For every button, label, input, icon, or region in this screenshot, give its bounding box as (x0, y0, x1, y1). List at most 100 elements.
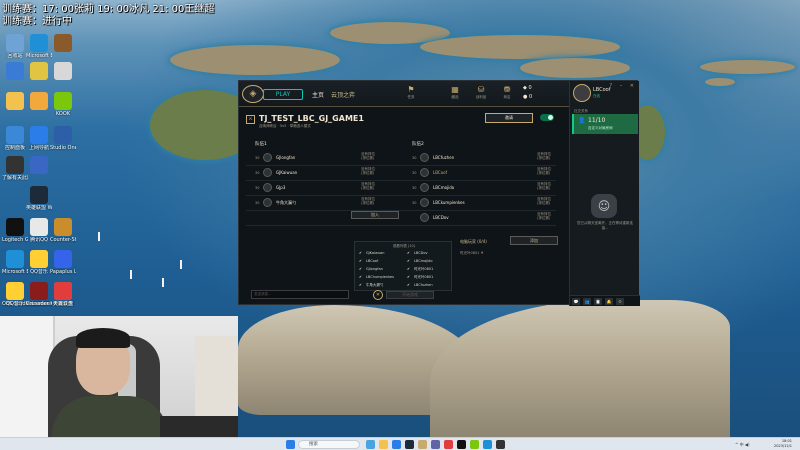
player-slot[interactable]: 30 GJlongfan 没有排位 (排位赛) (255, 152, 405, 163)
widgets-icon[interactable] (366, 440, 375, 449)
teams-icon[interactable] (431, 440, 440, 449)
spectator-item: ✔ GJlongfan (359, 267, 383, 271)
social-panel: LBCoof 在线 ? – ✕ 社交关系 👤 11/10 自定义对局房间 ☺ 您… (569, 81, 640, 306)
desktop-icon-label: Studio One (50, 145, 76, 151)
desktop-icon[interactable]: 回收站 (2, 34, 28, 59)
obs-icon[interactable] (457, 440, 466, 449)
desktop-icon[interactable]: 腾讯QQ (26, 218, 52, 243)
desktop-icon-label: 控制面板 (4, 145, 25, 151)
desktop-icon[interactable]: Counter-Strike 2 (50, 218, 76, 243)
spectator-name: GJKaiwuan (365, 251, 385, 255)
party-card[interactable]: 👤 11/10 自定义对局房间 (572, 114, 638, 134)
desktop-icon[interactable]: Microsoft Edge (26, 34, 52, 59)
desktop-icon[interactable]: Studio One (50, 126, 76, 151)
desktop-icon-label: Papaplus Launcher (50, 269, 76, 275)
invite-button[interactable]: 邀请 (485, 113, 533, 123)
start-game-button[interactable]: 开始游戏 (386, 291, 434, 299)
desktop-icon[interactable]: 上网导航 (26, 126, 52, 151)
lol-icon[interactable] (405, 440, 414, 449)
desktop-icon[interactable] (26, 92, 52, 111)
player-slot[interactable]: 30 LBCoof 没有排位 (排位赛) (412, 167, 562, 178)
reconnect-text: 您已从聊天室离开，正在等待重新连接... (577, 221, 633, 230)
desktop-icon[interactable] (2, 92, 28, 111)
folder-icon[interactable] (379, 440, 388, 449)
desktop-icon[interactable]: Logitech G HUB (2, 218, 28, 243)
kook-icon[interactable] (470, 440, 479, 449)
player-rank: 没有排位 (排位赛) (537, 152, 551, 160)
desktop-icon-label: 腾讯QQ (30, 237, 48, 243)
wegame-icon[interactable] (418, 440, 427, 449)
rank-queue: (排位赛) (361, 186, 375, 190)
play-button[interactable]: PLAY (263, 89, 303, 100)
add-bot-button[interactable]: 添加 (510, 236, 558, 245)
join-team1-button[interactable]: 加入 (351, 211, 399, 219)
desktop-icon[interactable] (26, 62, 52, 81)
webcam-mic-stand (160, 416, 238, 437)
spectator-item: ✔ 时光叶0801 (407, 275, 433, 280)
desktop-icon[interactable]: Papaplus Launcher (50, 250, 76, 275)
app-icon (30, 92, 48, 110)
desktop-icon[interactable] (50, 34, 76, 53)
clock[interactable]: 18:01 2023/12/1 (774, 439, 792, 449)
clock-date: 2023/12/1 (774, 444, 792, 448)
player-slot[interactable]: LBCDov 没有排位 (排位赛) (412, 212, 562, 223)
store-nav[interactable]: ⛃ 商店 (495, 85, 519, 100)
player-level: 30 (255, 200, 260, 205)
desktop-icon[interactable] (50, 62, 76, 81)
bell-icon[interactable]: 🔔 (605, 297, 613, 305)
player-name: GJlongfan (276, 155, 296, 160)
rank-queue: (排位赛) (537, 216, 551, 220)
edge-icon (30, 34, 48, 52)
desktop-icon[interactable]: 英雄联盟 WeGame (26, 186, 52, 211)
friends-icon[interactable]: 👥 (583, 297, 591, 305)
loot-nav[interactable]: ⛁ 战利品 (469, 85, 493, 100)
chat-input[interactable]: 发送消息... (251, 290, 349, 299)
cs2-icon (54, 218, 72, 236)
player-slot[interactable]: 30 GJKaiwuan 没有排位 (排位赛) (255, 167, 405, 178)
tab-tft[interactable]: 云顶之弈 (331, 90, 355, 99)
browser-icon[interactable] (483, 440, 492, 449)
webcam-feed (0, 316, 238, 437)
player-name: LBCmojido (433, 185, 455, 190)
gear-icon[interactable]: ⚙ (616, 297, 624, 305)
desktop-icon[interactable] (2, 62, 28, 81)
rank-queue: (排位赛) (361, 171, 375, 175)
missions-nav[interactable]: ⚑ 任务 (399, 85, 423, 100)
app-icon[interactable] (496, 440, 505, 449)
qq-music-icon (6, 282, 24, 300)
check-icon: ✔ (407, 251, 410, 255)
player-slot[interactable]: 30 LBCmojido 没有排位 (排位赛) (412, 182, 562, 193)
clipboard-icon[interactable]: 📋 (594, 297, 602, 305)
player-slot[interactable]: 30 牛角大漏勺 没有排位 (排位赛) (255, 197, 405, 208)
player-slot[interactable]: 30 LBCfuzhen 没有排位 (排位赛) (412, 152, 562, 163)
app-icon[interactable] (444, 440, 453, 449)
leave-lobby-icon[interactable]: ✕ (373, 290, 383, 300)
system-tray[interactable]: ^ 中 ◀) (735, 442, 750, 448)
desktop-icon[interactable]: 控制面板 (2, 126, 28, 151)
player-slot[interactable]: 30 LBCkumpienkes 没有排位 (排位赛) (412, 197, 562, 208)
edge-icon[interactable] (392, 440, 401, 449)
start-icon[interactable] (286, 440, 295, 449)
player-avatar (420, 183, 429, 192)
lol-logo-icon[interactable]: ◈ (242, 85, 264, 103)
social-bar: 💬 👥 📋 🔔 ⚙ (570, 295, 640, 306)
desktop-icon[interactable]: KOOK (50, 92, 76, 117)
tab-home[interactable]: 主页 (312, 90, 324, 99)
qq-music-icon (30, 250, 48, 268)
store-label: 商店 (503, 95, 511, 99)
collection-nav[interactable]: ▦ 藏品 (443, 85, 467, 100)
taskbar-search[interactable]: 搜索 (298, 440, 360, 449)
desktop-icon[interactable]: 了解有关此图片的信息 (2, 156, 28, 181)
desktop-icon[interactable]: 天翼云盘 (50, 282, 76, 307)
desktop-icon[interactable] (26, 156, 52, 175)
lobby-toggle[interactable] (540, 114, 554, 121)
rank-queue: (排位赛) (361, 201, 375, 205)
desktop-icon[interactable]: Crusader Kings III (26, 282, 52, 307)
desktop-icon[interactable]: QQ音乐 (26, 250, 52, 275)
window-controls[interactable]: ? – ✕ (609, 83, 637, 89)
player-slot[interactable]: 30 GJp3 没有排位 (排位赛) (255, 182, 405, 193)
desktop-icon[interactable]: QQ音乐 (2, 282, 28, 307)
chat-icon[interactable]: 💬 (572, 297, 580, 305)
avatar[interactable] (573, 84, 591, 102)
desktop-icon[interactable]: Microsoft Edge (2, 250, 28, 275)
